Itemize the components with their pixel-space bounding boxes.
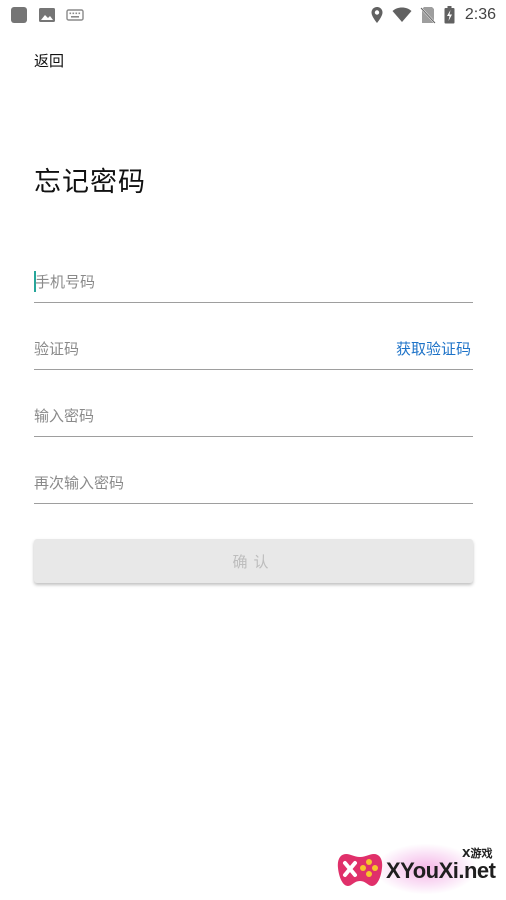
status-bar-left	[10, 6, 84, 24]
app-square-icon	[10, 6, 28, 24]
gamepad-logo-icon	[336, 848, 384, 896]
watermark: X游戏 XYouXi.net	[336, 842, 501, 896]
password-input[interactable]	[34, 397, 473, 435]
watermark-brand: XYouXi.net	[386, 858, 496, 883]
confirm-password-input[interactable]	[34, 464, 473, 502]
page-title: 忘记密码	[34, 167, 146, 198]
confirm-password-field	[34, 464, 473, 504]
location-icon	[370, 6, 384, 24]
back-button[interactable]: 返回	[34, 50, 64, 71]
no-sim-icon	[420, 6, 436, 24]
verification-code-field: 获取验证码	[34, 330, 473, 370]
phone-field	[34, 263, 474, 303]
status-bar-right: 2:36	[370, 6, 496, 24]
confirm-button[interactable]: 确认	[34, 539, 473, 583]
status-bar: 2:36	[0, 0, 506, 30]
phone-input[interactable]	[34, 263, 474, 301]
keyboard-icon	[66, 8, 84, 22]
image-icon	[38, 6, 56, 24]
status-time: 2:36	[464, 6, 496, 23]
battery-charging-icon	[444, 6, 455, 24]
get-code-button[interactable]: 获取验证码	[396, 338, 471, 359]
wifi-icon	[392, 7, 412, 23]
verification-code-input[interactable]	[34, 330, 374, 368]
password-field	[34, 397, 473, 437]
